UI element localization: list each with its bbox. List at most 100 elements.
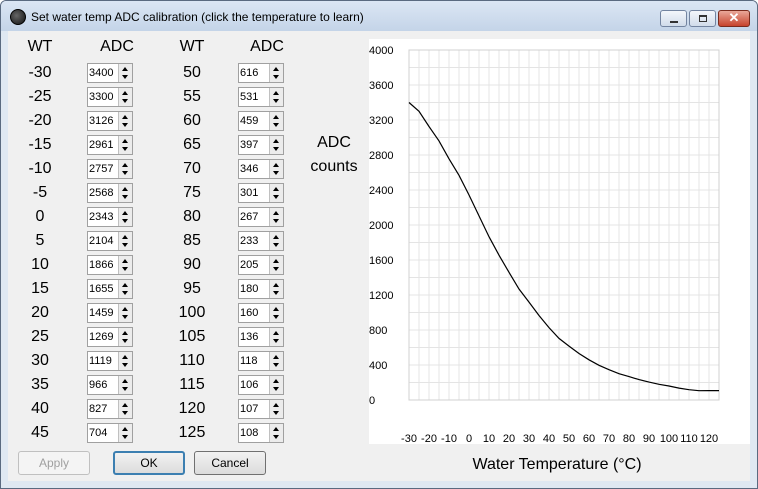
adc-spinbox-left[interactable]: 1866 [87,255,133,275]
spin-down-icon[interactable] [122,267,128,271]
spin-up-icon[interactable] [122,307,128,311]
adc-value[interactable]: 1269 [89,331,113,343]
spin-arrows[interactable] [118,64,132,82]
wt-label-left[interactable]: -20 [20,112,60,130]
spin-down-icon[interactable] [122,195,128,199]
spin-up-icon[interactable] [122,235,128,239]
spin-arrows[interactable] [269,136,283,154]
spin-arrows[interactable] [269,328,283,346]
adc-spinbox-left[interactable]: 2104 [87,231,133,251]
spin-arrows[interactable] [118,232,132,250]
spin-up-icon[interactable] [273,115,279,119]
adc-spinbox-left[interactable]: 3400 [87,63,133,83]
spin-arrows[interactable] [269,112,283,130]
adc-value[interactable]: 1459 [89,307,113,319]
adc-value[interactable]: 2343 [89,211,113,223]
adc-value[interactable]: 118 [240,355,258,367]
spin-up-icon[interactable] [273,379,279,383]
adc-spinbox-right[interactable]: 160 [238,303,284,323]
adc-value[interactable]: 397 [240,139,258,151]
close-button[interactable]: ✕ [718,10,750,27]
spin-arrows[interactable] [269,256,283,274]
adc-value[interactable]: 2961 [89,139,113,151]
spin-up-icon[interactable] [273,235,279,239]
adc-spinbox-right[interactable]: 107 [238,399,284,419]
adc-spinbox-left[interactable]: 1269 [87,327,133,347]
spin-down-icon[interactable] [273,75,279,79]
cancel-button[interactable]: Cancel [194,451,266,475]
spin-up-icon[interactable] [122,139,128,143]
spin-arrows[interactable] [118,328,132,346]
spin-down-icon[interactable] [273,315,279,319]
spin-arrows[interactable] [118,112,132,130]
wt-label-left[interactable]: 15 [20,280,60,298]
adc-curve-chart[interactable]: 400036003200280024002000160012008004000 … [369,39,750,474]
spin-arrows[interactable] [118,280,132,298]
adc-value[interactable]: 107 [240,403,258,415]
adc-value[interactable]: 180 [240,283,258,295]
spin-up-icon[interactable] [273,307,279,311]
spin-down-icon[interactable] [273,219,279,223]
spin-down-icon[interactable] [122,291,128,295]
wt-label-left[interactable]: 10 [20,256,60,274]
spin-down-icon[interactable] [273,267,279,271]
spin-up-icon[interactable] [122,91,128,95]
spin-arrows[interactable] [118,304,132,322]
spin-arrows[interactable] [118,256,132,274]
wt-label-right[interactable]: 70 [172,160,212,178]
wt-label-right[interactable]: 50 [172,64,212,82]
adc-value[interactable]: 233 [240,235,258,247]
wt-label-right[interactable]: 65 [172,136,212,154]
adc-value[interactable]: 3400 [89,67,113,79]
wt-label-right[interactable]: 120 [172,400,212,418]
adc-spinbox-right[interactable]: 108 [238,423,284,443]
spin-down-icon[interactable] [122,387,128,391]
adc-value[interactable]: 966 [89,379,107,391]
spin-down-icon[interactable] [273,123,279,127]
spin-down-icon[interactable] [122,123,128,127]
adc-spinbox-right[interactable]: 397 [238,135,284,155]
adc-value[interactable]: 1655 [89,283,113,295]
adc-spinbox-left[interactable]: 3300 [87,87,133,107]
adc-value[interactable]: 2757 [89,163,113,175]
spin-up-icon[interactable] [122,403,128,407]
adc-spinbox-left[interactable]: 827 [87,399,133,419]
spin-arrows[interactable] [118,184,132,202]
spin-down-icon[interactable] [122,75,128,79]
adc-spinbox-right[interactable]: 346 [238,159,284,179]
spin-down-icon[interactable] [273,147,279,151]
wt-label-right[interactable]: 75 [172,184,212,202]
adc-spinbox-right[interactable]: 459 [238,111,284,131]
apply-button[interactable]: Apply [18,451,90,475]
spin-up-icon[interactable] [122,163,128,167]
maximize-button[interactable] [689,10,716,27]
spin-arrows[interactable] [269,160,283,178]
spin-up-icon[interactable] [122,211,128,215]
adc-spinbox-left[interactable]: 2961 [87,135,133,155]
adc-value[interactable]: 267 [240,211,258,223]
wt-label-left[interactable]: 45 [20,424,60,442]
adc-value[interactable]: 1119 [89,355,112,367]
spin-up-icon[interactable] [273,187,279,191]
adc-value[interactable]: 1866 [89,259,113,271]
wt-label-right[interactable]: 105 [172,328,212,346]
spin-up-icon[interactable] [273,67,279,71]
spin-down-icon[interactable] [122,363,128,367]
spin-up-icon[interactable] [273,427,279,431]
spin-up-icon[interactable] [122,67,128,71]
adc-spinbox-left[interactable]: 966 [87,375,133,395]
wt-label-left[interactable]: 0 [20,208,60,226]
spin-up-icon[interactable] [273,139,279,143]
adc-spinbox-right[interactable]: 180 [238,279,284,299]
adc-spinbox-right[interactable]: 205 [238,255,284,275]
adc-spinbox-left[interactable]: 3126 [87,111,133,131]
adc-spinbox-right[interactable]: 233 [238,231,284,251]
spin-arrows[interactable] [269,208,283,226]
wt-label-left[interactable]: -5 [20,184,60,202]
adc-value[interactable]: 459 [240,115,258,127]
spin-down-icon[interactable] [122,435,128,439]
adc-value[interactable]: 704 [89,427,107,439]
spin-up-icon[interactable] [122,355,128,359]
spin-arrows[interactable] [118,208,132,226]
spin-arrows[interactable] [269,88,283,106]
